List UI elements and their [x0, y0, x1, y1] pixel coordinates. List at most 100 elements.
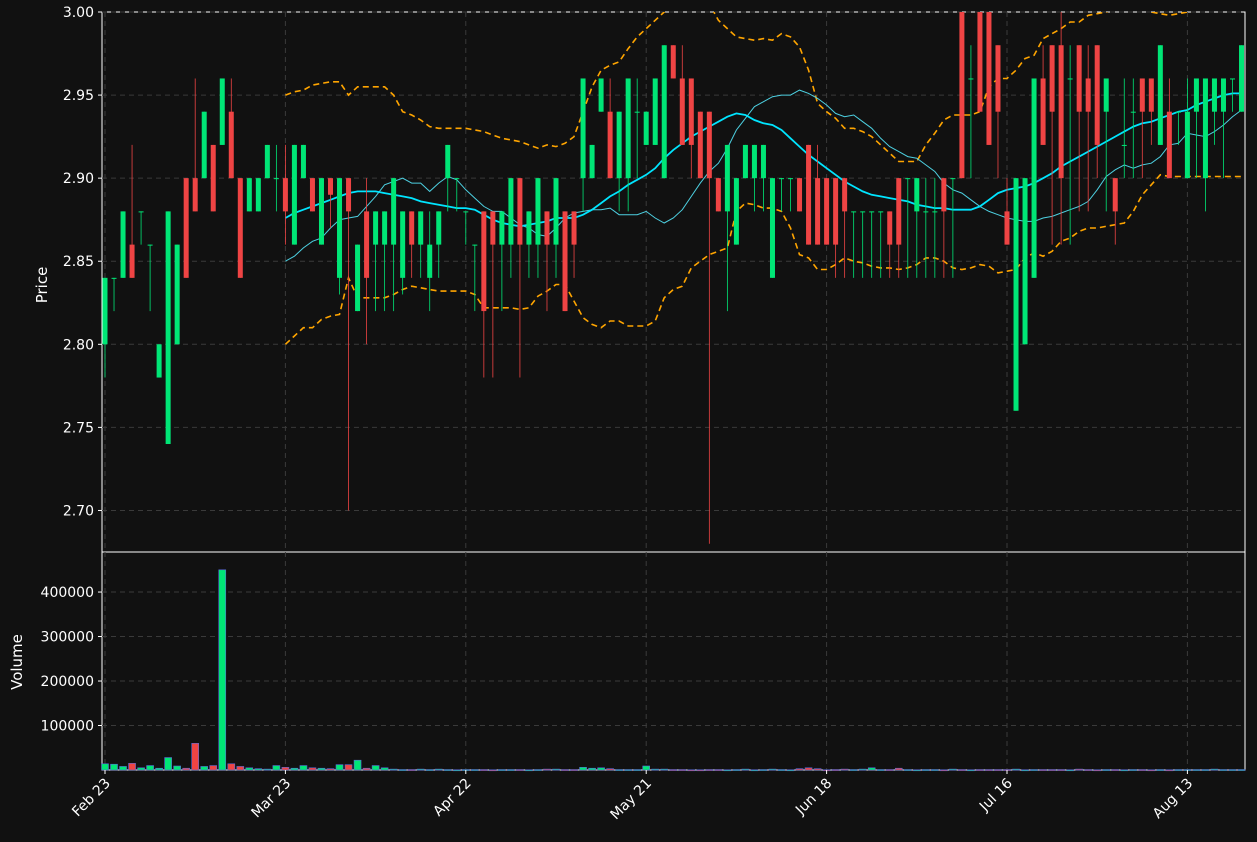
candle-body [1211, 78, 1217, 112]
volume-bar [480, 769, 488, 771]
volume-bar [398, 769, 407, 771]
candle-body [995, 45, 1001, 112]
candle-body [300, 144, 306, 179]
price-tick-label: 2.90 [63, 171, 94, 187]
volume-bar [994, 769, 1002, 771]
volume-bar [940, 769, 948, 772]
candle-body [129, 244, 135, 278]
volume-bar [858, 768, 867, 771]
candle-body [1202, 78, 1208, 179]
volume-bar [146, 765, 154, 771]
candle-body [318, 178, 324, 245]
candle-body [291, 144, 297, 245]
candle-body [1094, 45, 1100, 145]
candle-body [616, 111, 622, 179]
volume-bar [218, 569, 227, 771]
volume-bar [624, 769, 632, 771]
candle-body [156, 344, 162, 378]
candle-body [111, 277, 117, 279]
volume-bar [290, 767, 299, 771]
price-tick-label: 3.00 [63, 5, 94, 21]
candle-body [860, 211, 866, 213]
candle-body [1148, 78, 1154, 112]
candle-body [697, 111, 703, 179]
candle-body [986, 12, 992, 145]
volume-bar [949, 768, 957, 771]
volume-bar [678, 769, 687, 771]
candle-body [1013, 178, 1019, 411]
volume-bar [1174, 769, 1183, 771]
candle-body [174, 244, 180, 345]
volume-bar [840, 768, 849, 771]
volume-bar [335, 764, 344, 771]
volume-bar [236, 766, 245, 771]
candle-body [751, 144, 757, 179]
volume-bar [976, 769, 984, 771]
volume-bar [164, 757, 172, 771]
volume-bar [1237, 769, 1246, 771]
volume-bar [498, 769, 506, 771]
candle-body [878, 211, 884, 213]
candle-body [499, 211, 505, 245]
volume-bar [425, 769, 434, 771]
volume-bar [1165, 769, 1174, 772]
volume-bar [137, 767, 145, 771]
candle-body [273, 178, 279, 180]
volume-bar [371, 765, 380, 771]
volume-bar [200, 766, 209, 771]
volume-bar [191, 743, 199, 771]
volume-bar [389, 768, 398, 771]
volume-bar [353, 759, 362, 771]
volume-bar [344, 764, 353, 771]
candle-body [1085, 78, 1091, 112]
volume-bar [1066, 769, 1074, 772]
volume-bar [867, 767, 876, 771]
volume-bar [651, 768, 660, 771]
candle-body [580, 78, 586, 179]
candle-body [264, 144, 270, 179]
candle-body [625, 78, 631, 179]
volume-bar [272, 765, 281, 771]
candle-body [643, 111, 649, 145]
candle-body [373, 211, 379, 245]
candle-body [1040, 78, 1046, 145]
volume-bar [1084, 769, 1092, 771]
candle-body [815, 178, 821, 245]
volume-bar [308, 767, 317, 771]
volume-bar [362, 767, 371, 771]
candle-body [1049, 45, 1055, 112]
candle-body [147, 244, 153, 246]
candle-body [400, 211, 406, 278]
volume-bar [534, 769, 542, 771]
candle-body [481, 211, 487, 312]
candle-body [661, 45, 667, 179]
volume-bar [588, 767, 596, 771]
volume-bar [912, 769, 921, 772]
volume-bar [1156, 769, 1165, 771]
candle-body [1004, 211, 1010, 245]
volume-bar [687, 769, 696, 772]
candle-body [382, 211, 388, 245]
candle-body [788, 178, 794, 180]
volume-bar [434, 768, 443, 771]
candle-body [1184, 111, 1190, 179]
candle-body [923, 211, 929, 213]
candle-body [337, 178, 343, 278]
volume-tick-label: 300000 [41, 630, 94, 646]
candle-body [1058, 45, 1064, 179]
volume-tick-label: 400000 [41, 585, 94, 601]
candle-body [851, 211, 857, 213]
price-axis-label: Price [33, 267, 51, 304]
volume-bar [1120, 769, 1129, 772]
candle-body [1031, 78, 1037, 278]
candle-body [1220, 78, 1226, 112]
volume-bar [543, 768, 551, 771]
candle-body [887, 211, 893, 245]
candle-body [914, 178, 920, 212]
volume-bar [1102, 769, 1111, 771]
volume-bar [245, 767, 254, 771]
volume-bar [1057, 769, 1065, 771]
volume-bar [1219, 769, 1228, 771]
candle-body [526, 211, 532, 245]
candle-body [1230, 78, 1235, 80]
